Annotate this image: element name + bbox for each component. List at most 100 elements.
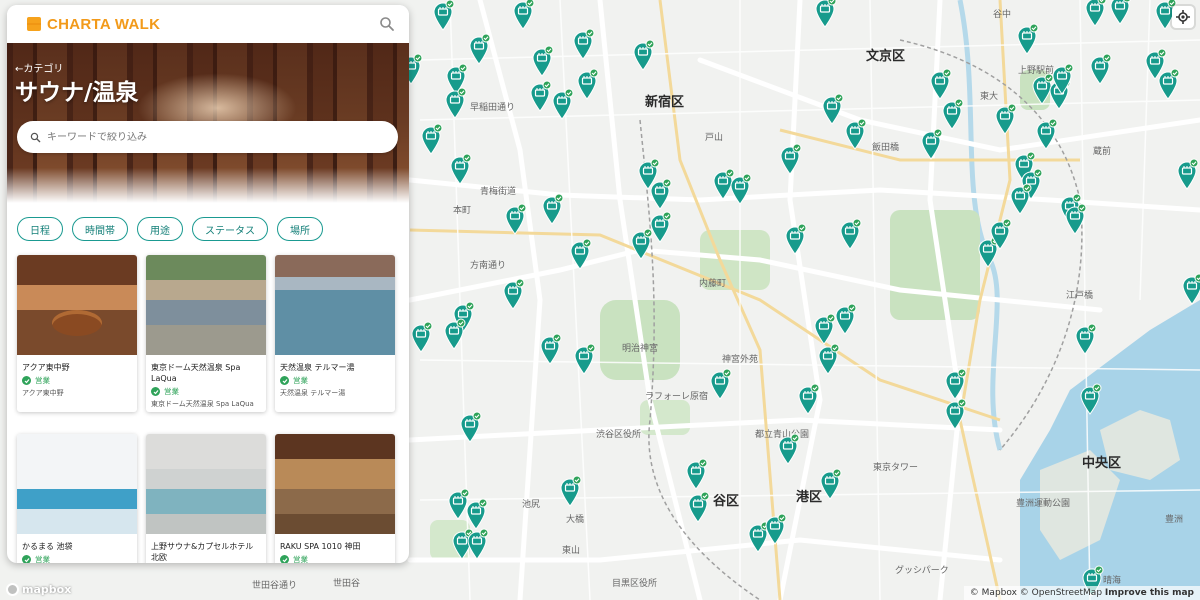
sauna-map-marker[interactable] <box>819 468 842 500</box>
sauna-map-marker[interactable] <box>1009 183 1032 215</box>
sauna-map-marker[interactable] <box>784 223 807 255</box>
sauna-map-marker[interactable] <box>1035 118 1058 150</box>
improve-map-link[interactable]: Improve this map <box>1105 588 1194 598</box>
attribution-mapbox[interactable]: © Mapbox <box>970 588 1017 598</box>
sauna-map-marker[interactable] <box>779 143 802 175</box>
sauna-map-marker[interactable] <box>449 153 472 185</box>
sauna-map-marker[interactable] <box>729 173 752 205</box>
sauna-map-marker[interactable] <box>420 123 443 155</box>
sauna-map-marker[interactable] <box>1016 23 1039 55</box>
sauna-map-marker[interactable] <box>465 498 488 530</box>
sauna-map-marker[interactable] <box>1064 203 1087 235</box>
facility-card[interactable]: 東京ドーム天然温泉 Spa LaQua 営業 東京ドーム天然温泉 Spa LaQ… <box>146 255 266 412</box>
check-icon <box>280 376 289 385</box>
sauna-map-marker[interactable] <box>834 303 857 335</box>
sauna-map-marker[interactable] <box>777 433 800 465</box>
sauna-map-marker[interactable] <box>797 383 820 415</box>
sauna-map-marker[interactable] <box>1089 53 1112 85</box>
filter-location[interactable]: 場所 <box>277 217 323 241</box>
filter-time[interactable]: 時間帯 <box>72 217 128 241</box>
sauna-map-marker[interactable] <box>551 88 574 120</box>
sauna-map-marker[interactable] <box>466 528 489 560</box>
sauna-map-marker[interactable] <box>539 333 562 365</box>
sauna-map-marker[interactable] <box>468 33 491 65</box>
sauna-map-marker[interactable] <box>920 128 943 160</box>
sauna-map-marker[interactable] <box>649 211 672 243</box>
sauna-map-marker[interactable] <box>569 238 592 270</box>
sauna-map-marker[interactable] <box>709 368 732 400</box>
sauna-map-marker[interactable] <box>512 0 535 30</box>
sauna-map-marker[interactable] <box>573 343 596 375</box>
sauna-map-marker[interactable] <box>541 193 564 225</box>
place-label: 蔵前 <box>1093 147 1112 157</box>
sauna-map-marker[interactable] <box>1181 273 1200 305</box>
sauna-map-marker[interactable] <box>929 68 952 100</box>
sauna-map-marker[interactable] <box>1157 68 1180 100</box>
mapbox-logo[interactable]: mapbox <box>6 583 71 596</box>
sauna-map-marker[interactable] <box>941 98 964 130</box>
sauna-map-marker[interactable] <box>1051 63 1074 95</box>
sauna-map-marker[interactable] <box>844 118 867 150</box>
app-logo[interactable]: CHARTA WALK <box>27 16 160 33</box>
keyword-search-box[interactable] <box>17 121 398 153</box>
facility-photo <box>146 255 266 355</box>
facility-photo <box>17 255 137 355</box>
locate-button[interactable] <box>1172 6 1194 28</box>
filter-purpose[interactable]: 用途 <box>137 217 183 241</box>
sauna-map-marker[interactable] <box>1079 383 1102 415</box>
facility-name: アクア東中野 <box>22 363 70 372</box>
facility-card[interactable]: 上野サウナ&カプセルホテル北欧 <box>146 434 266 563</box>
sauna-map-marker[interactable] <box>576 68 599 100</box>
locate-icon <box>1176 10 1190 24</box>
facility-card[interactable]: アクア東中野 営業 アクア東中野 <box>17 255 137 412</box>
logo-icon <box>27 17 41 31</box>
sauna-map-marker[interactable] <box>994 103 1017 135</box>
sauna-map-marker[interactable] <box>839 218 862 250</box>
sauna-map-marker[interactable] <box>502 278 525 310</box>
place-label: 神宮外苑 <box>722 355 759 365</box>
sauna-map-marker[interactable] <box>572 28 595 60</box>
sauna-map-marker[interactable] <box>813 313 836 345</box>
sauna-map-marker[interactable] <box>529 80 552 112</box>
sauna-map-marker[interactable] <box>459 411 482 443</box>
facility-card[interactable]: 天然温泉 テルマー湯 営業 天然温泉 テルマー湯 <box>275 255 395 412</box>
sauna-map-marker[interactable] <box>944 368 967 400</box>
logo-text: CHARTA WALK <box>47 15 161 33</box>
facility-card[interactable]: RAKU SPA 1010 神田 営業 <box>275 434 395 563</box>
sauna-map-marker[interactable] <box>432 0 455 31</box>
facility-card[interactable]: かるまる 池袋 営業 <box>17 434 137 563</box>
sauna-map-marker[interactable] <box>764 513 787 545</box>
place-label: 内藤町 <box>699 279 727 289</box>
sauna-map-marker[interactable] <box>531 45 554 77</box>
sauna-map-marker[interactable] <box>687 491 710 523</box>
filter-date[interactable]: 日程 <box>17 217 63 241</box>
check-icon <box>151 387 160 396</box>
sauna-map-marker[interactable] <box>444 87 467 119</box>
sauna-map-marker[interactable] <box>944 398 967 430</box>
sauna-map-marker[interactable] <box>1176 158 1199 190</box>
sauna-map-marker[interactable] <box>410 321 433 353</box>
sauna-map-marker[interactable] <box>685 458 708 490</box>
search-icon[interactable] <box>379 16 395 32</box>
sauna-map-marker[interactable] <box>814 0 837 28</box>
keyword-search-input[interactable] <box>47 131 347 143</box>
sauna-map-marker[interactable] <box>1109 0 1132 25</box>
sauna-map-marker[interactable] <box>1074 323 1097 355</box>
filter-status[interactable]: ステータス <box>192 217 268 241</box>
place-label: 明治神宮 <box>622 344 659 354</box>
page-title: サウナ/温泉 <box>15 80 139 106</box>
facility-status: 営業 <box>293 376 308 385</box>
sauna-map-marker[interactable] <box>632 39 655 71</box>
place-label: 戸山 <box>705 133 724 143</box>
sauna-map-marker[interactable] <box>649 178 672 210</box>
place-label: 大橋 <box>566 515 585 525</box>
attribution-osm[interactable]: © OpenStreetMap <box>1020 588 1102 598</box>
facility-photo <box>17 434 137 534</box>
sauna-map-marker[interactable] <box>989 218 1012 250</box>
sauna-map-marker[interactable] <box>504 203 527 235</box>
sauna-map-marker[interactable] <box>443 318 466 350</box>
sauna-map-marker[interactable] <box>821 93 844 125</box>
sauna-map-marker[interactable] <box>559 475 582 507</box>
sauna-map-marker[interactable] <box>817 343 840 375</box>
sauna-map-marker[interactable] <box>1084 0 1107 27</box>
